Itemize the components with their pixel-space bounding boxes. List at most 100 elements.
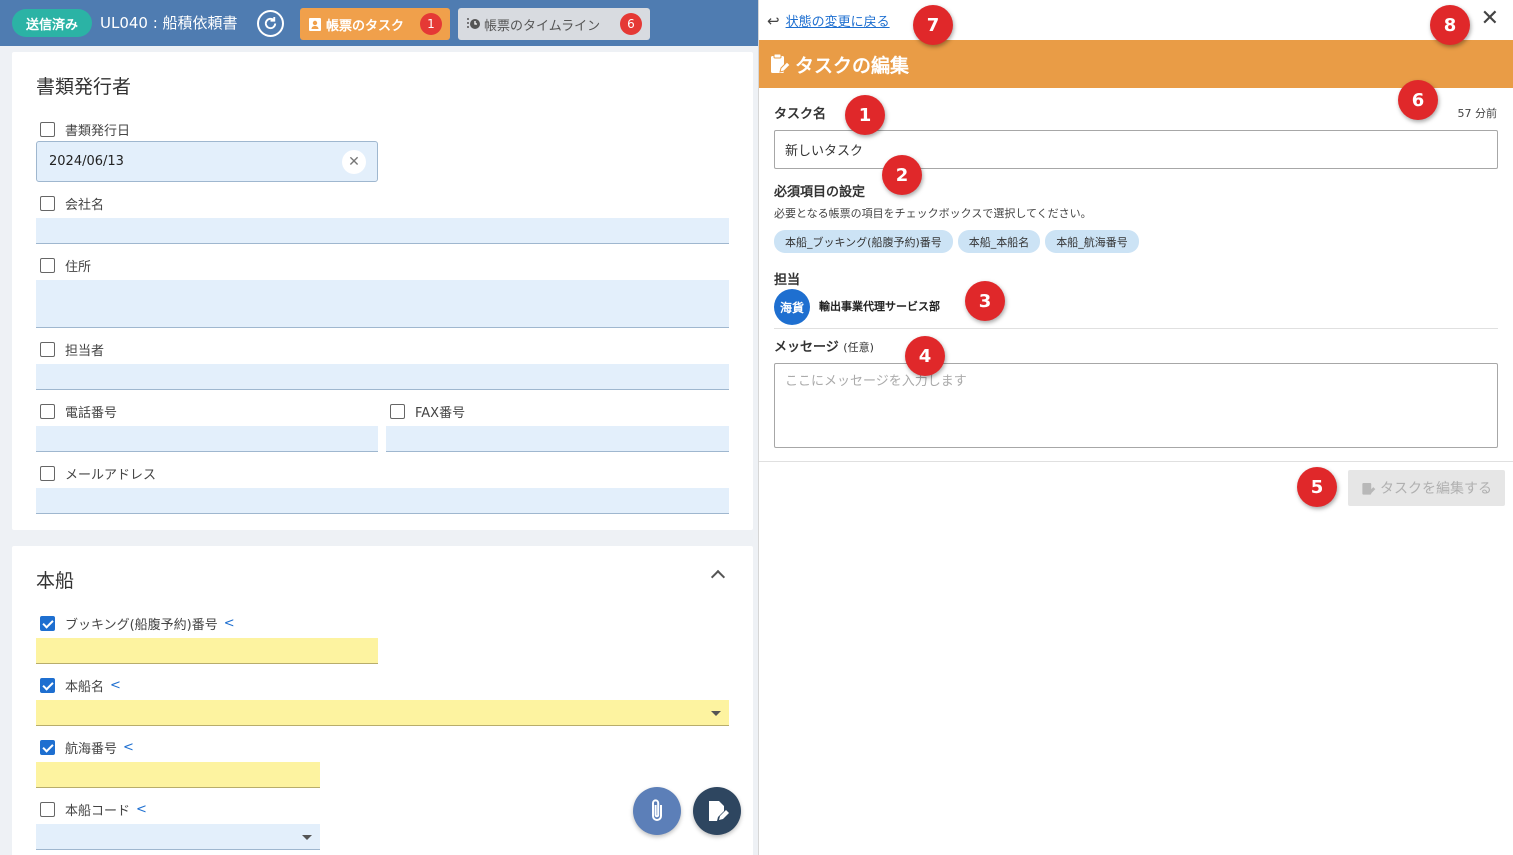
annotation-marker: 6 xyxy=(1398,80,1438,120)
phone-label: 電話番号 xyxy=(65,406,118,421)
vessel-name-label: 本船名 xyxy=(65,680,105,695)
collapse-chevron-up-icon[interactable] xyxy=(710,569,726,585)
company-field[interactable] xyxy=(36,218,729,244)
tab-document-timeline-label: 帳票のタイムライン xyxy=(484,18,601,34)
vessel-name-checkbox[interactable] xyxy=(40,678,55,693)
document-form-pane: 送信済み UL040 : 船積依頼書 帳票のタスク 1 帳票のタイムライン 6 … xyxy=(0,0,758,855)
vessel-code-checkbox[interactable] xyxy=(40,802,55,817)
message-label-row: メッセージ (任意) xyxy=(774,336,874,355)
required-field-chip: 本船_ブッキング(船腹予約)番号 xyxy=(774,230,953,253)
email-checkbox[interactable] xyxy=(40,466,55,481)
annotation-marker: 4 xyxy=(905,336,945,376)
vessel-code-label-row: 本船コード < xyxy=(40,800,147,819)
paperclip-icon xyxy=(652,799,662,821)
annotation-marker: 2 xyxy=(882,155,922,195)
edit-task-button[interactable]: タスクを編集する xyxy=(1348,470,1505,506)
share-icon[interactable]: < xyxy=(136,802,147,817)
required-field-chip: 本船_本船名 xyxy=(957,230,1041,253)
refresh-button[interactable] xyxy=(257,10,284,37)
avatar: 海貨 xyxy=(774,289,810,325)
fax-checkbox[interactable] xyxy=(390,404,405,419)
tab-document-timeline[interactable]: 帳票のタイムライン 6 xyxy=(458,8,650,40)
clipboard-edit-icon xyxy=(771,53,791,73)
refresh-icon xyxy=(264,16,277,30)
chevron-down-icon xyxy=(302,835,312,840)
document-topbar: 送信済み UL040 : 船積依頼書 帳票のタスク 1 帳票のタイムライン 6 xyxy=(0,0,758,46)
tab-document-tasks[interactable]: 帳票のタスク 1 xyxy=(300,8,450,40)
panel-header: タスクの編集 xyxy=(759,40,1513,88)
edit-task-button-label: タスクを編集する xyxy=(1380,481,1492,497)
person-label: 担当者 xyxy=(65,344,105,359)
tab-document-tasks-label: 帳票のタスク xyxy=(326,18,405,34)
booking-checkbox[interactable] xyxy=(40,616,55,631)
phone-field[interactable] xyxy=(36,426,378,452)
message-textarea[interactable] xyxy=(774,363,1498,448)
annotation-marker: 7 xyxy=(913,5,953,45)
issue-date-value: 2024/06/13 xyxy=(49,154,124,169)
required-fields-chips: 本船_ブッキング(船腹予約)番号 本船_本船名 本船_航海番号 xyxy=(774,230,1139,253)
required-field-chip: 本船_航海番号 xyxy=(1045,230,1139,253)
required-fields-label: 必須項目の設定 xyxy=(774,185,866,200)
email-label: メールアドレス xyxy=(65,468,157,483)
attach-button[interactable] xyxy=(633,787,681,835)
task-name-input[interactable] xyxy=(774,130,1498,169)
company-checkbox[interactable] xyxy=(40,196,55,211)
booking-label-row: ブッキング(船腹予約)番号 < xyxy=(40,614,235,633)
issue-date-label: 書類発行日 xyxy=(65,124,131,139)
back-to-status-link-text[interactable]: 状態の変更に戻る xyxy=(786,11,890,30)
issue-date-field[interactable]: 2024/06/13 ✕ xyxy=(36,141,378,182)
clipboard-edit-icon xyxy=(1362,482,1376,495)
person-field[interactable] xyxy=(36,364,729,390)
required-fields-description: 必要となる帳票の項目をチェックボックスで選択してください。 xyxy=(774,207,1092,220)
message-optional-hint: (任意) xyxy=(843,341,874,354)
message-label: メッセージ xyxy=(774,340,839,355)
vessel-code-label: 本船コード xyxy=(65,804,131,819)
company-label: 会社名 xyxy=(65,198,105,213)
email-field[interactable] xyxy=(36,488,729,514)
issue-date-checkbox[interactable] xyxy=(40,122,55,137)
vessel-section-heading: 本船 xyxy=(36,570,75,592)
edit-document-button[interactable] xyxy=(693,787,741,835)
fax-label: FAX番号 xyxy=(415,406,466,421)
close-icon[interactable]: ✕ xyxy=(1481,6,1499,31)
clipboard-user-icon xyxy=(309,18,321,31)
annotation-marker: 5 xyxy=(1297,467,1337,507)
issuer-section-heading: 書類発行者 xyxy=(36,76,132,98)
person-label-row: 担当者 xyxy=(40,340,104,359)
voyage-label: 航海番号 xyxy=(65,742,118,757)
updated-time: 57 分前 xyxy=(1457,107,1498,120)
share-icon[interactable]: < xyxy=(224,616,235,631)
email-label-row: メールアドレス xyxy=(40,464,156,483)
address-label-row: 住所 xyxy=(40,256,91,275)
vessel-name-select[interactable] xyxy=(36,700,729,726)
divider xyxy=(774,328,1498,329)
annotation-marker: 3 xyxy=(965,281,1005,321)
task-name-label: タスク名 xyxy=(774,107,827,122)
return-arrow-icon: ↩ xyxy=(767,11,780,30)
issuer-section: 書類発行者 書類発行日 2024/06/13 ✕ 会社名 住所 担当者 電話番号 xyxy=(12,52,753,530)
vessel-code-select[interactable] xyxy=(36,824,320,850)
assignee-label: 担当 xyxy=(774,273,801,288)
share-icon[interactable]: < xyxy=(123,740,134,755)
booking-label: ブッキング(船腹予約)番号 xyxy=(65,618,218,633)
person-checkbox[interactable] xyxy=(40,342,55,357)
panel-title: タスクの編集 xyxy=(795,54,910,77)
chevron-down-icon xyxy=(711,711,721,716)
back-to-status-link[interactable]: ↩ 状態の変更に戻る xyxy=(767,11,890,31)
phone-checkbox[interactable] xyxy=(40,404,55,419)
booking-field[interactable] xyxy=(36,638,378,664)
address-checkbox[interactable] xyxy=(40,258,55,273)
document-title: UL040 : 船積依頼書 xyxy=(100,14,238,32)
fax-label-row: FAX番号 xyxy=(390,402,465,421)
fax-field[interactable] xyxy=(386,426,729,452)
issue-date-label-row: 書類発行日 xyxy=(40,120,130,139)
voyage-label-row: 航海番号 < xyxy=(40,738,134,757)
voyage-field[interactable] xyxy=(36,762,320,788)
clear-date-icon[interactable]: ✕ xyxy=(342,150,366,174)
voyage-checkbox[interactable] xyxy=(40,740,55,755)
edit-document-icon xyxy=(709,801,729,821)
share-icon[interactable]: < xyxy=(110,678,121,693)
divider xyxy=(759,461,1513,462)
address-field[interactable] xyxy=(36,280,729,328)
task-count-badge: 1 xyxy=(420,13,442,35)
